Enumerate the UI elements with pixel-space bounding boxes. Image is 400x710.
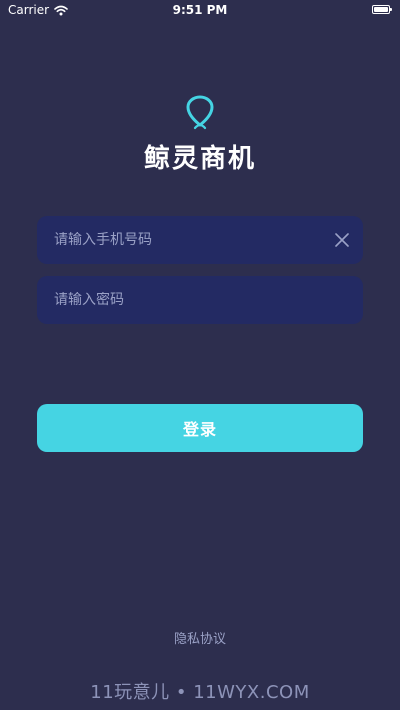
login-button[interactable]: 登录 [37, 404, 363, 452]
password-field-container[interactable] [37, 276, 363, 324]
close-icon[interactable] [335, 233, 349, 247]
privacy-link[interactable]: 隐私协议 [0, 628, 400, 647]
phone-input[interactable] [54, 232, 319, 248]
password-input[interactable] [54, 292, 319, 308]
watermark: 11玩意儿 • 11WYX.COM [90, 682, 310, 703]
whale-logo-icon [186, 95, 214, 130]
status-bar: Carrier 9:51 PM [0, 0, 400, 22]
battery-icon [372, 5, 392, 14]
status-time: 9:51 PM [172, 3, 228, 17]
app-title: 鲸灵商机 [143, 144, 256, 174]
phone-field-container[interactable] [37, 216, 363, 264]
